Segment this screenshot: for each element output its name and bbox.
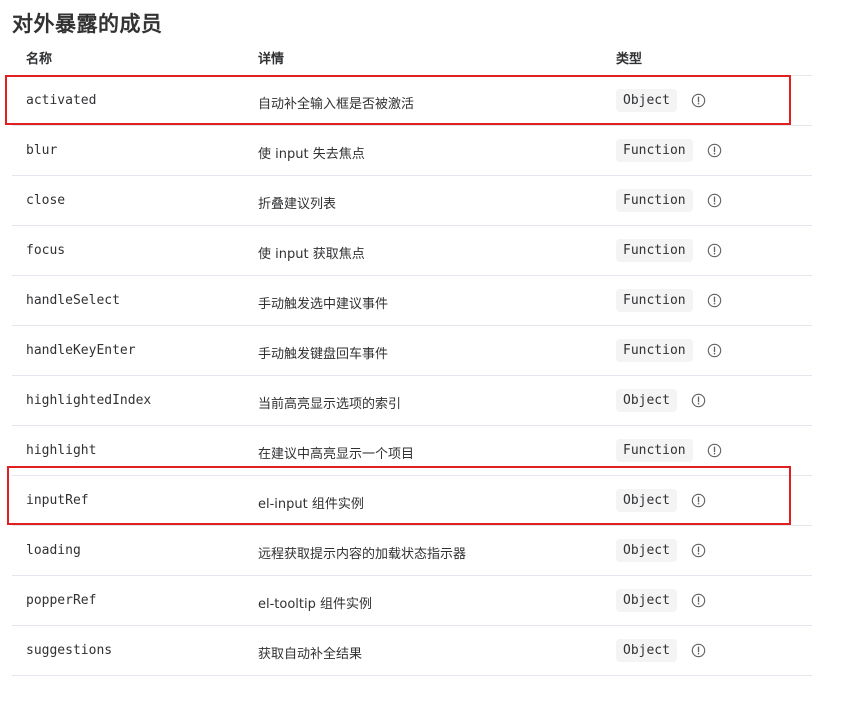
table-row: highlight 在建议中高亮显示一个项目 Function [12, 426, 812, 476]
member-name: close [26, 193, 66, 208]
member-name: loading [26, 543, 81, 558]
table-row: handleKeyEnter 手动触发键盘回车事件 Function [12, 326, 812, 376]
info-circle-icon[interactable] [707, 443, 722, 458]
table-row: popperRef el-tooltip 组件实例 Object [12, 576, 812, 626]
member-type-cell: Function [616, 189, 722, 212]
info-circle-icon[interactable] [707, 343, 722, 358]
member-type-cell: Object [616, 539, 706, 562]
member-description: 折叠建议列表 [258, 197, 337, 212]
member-type-cell: Function [616, 439, 722, 462]
member-name: handleKeyEnter [26, 343, 136, 358]
info-circle-icon[interactable] [691, 93, 706, 108]
column-header-details: 详情 [258, 52, 285, 67]
table-row: activated 自动补全输入框是否被激活 Object [12, 76, 812, 126]
member-name: popperRef [26, 593, 97, 608]
table-row: inputRef el-input 组件实例 Object [12, 476, 812, 526]
info-circle-icon[interactable] [691, 493, 706, 508]
member-name: highlightedIndex [26, 393, 152, 408]
type-tag: Object [616, 589, 677, 612]
table-row: focus 使 input 获取焦点 Function [12, 226, 812, 276]
column-header-type: 类型 [616, 52, 643, 67]
info-circle-icon[interactable] [707, 193, 722, 208]
member-name: suggestions [26, 643, 113, 658]
member-description: 手动触发选中建议事件 [258, 297, 389, 312]
type-tag: Object [616, 489, 677, 512]
info-circle-icon[interactable] [707, 143, 722, 158]
type-tag: Function [616, 239, 693, 262]
member-name: focus [26, 243, 66, 258]
type-tag: Object [616, 389, 677, 412]
table-row: close 折叠建议列表 Function [12, 176, 812, 226]
member-description: 使 input 获取焦点 [258, 247, 365, 262]
member-type-cell: Function [616, 339, 722, 362]
info-circle-icon[interactable] [691, 643, 706, 658]
member-description: el-input 组件实例 [258, 497, 364, 512]
member-name: handleSelect [26, 293, 120, 308]
member-type-cell: Object [616, 89, 706, 112]
member-type-cell: Object [616, 589, 706, 612]
type-tag: Function [616, 139, 693, 162]
member-name: highlight [26, 443, 97, 458]
table-header: 名称 详情 类型 [12, 38, 812, 76]
member-description: 当前高亮显示选项的索引 [258, 397, 402, 412]
type-tag: Function [616, 439, 693, 462]
member-name: inputRef [26, 493, 89, 508]
table-row: loading 远程获取提示内容的加载状态指示器 Object [12, 526, 812, 576]
info-circle-icon[interactable] [691, 593, 706, 608]
member-description: 远程获取提示内容的加载状态指示器 [258, 547, 467, 562]
table-row: suggestions 获取自动补全结果 Object [12, 626, 812, 676]
table-row: handleSelect 手动触发选中建议事件 Function [12, 276, 812, 326]
table-row: highlightedIndex 当前高亮显示选项的索引 Object [12, 376, 812, 426]
member-name: activated [26, 93, 97, 108]
info-circle-icon[interactable] [691, 393, 706, 408]
info-circle-icon[interactable] [707, 293, 722, 308]
table-row: blur 使 input 失去焦点 Function [12, 126, 812, 176]
type-tag: Object [616, 89, 677, 112]
column-header-name: 名称 [26, 52, 53, 67]
type-tag: Object [616, 639, 677, 662]
member-description: el-tooltip 组件实例 [258, 597, 373, 612]
member-type-cell: Object [616, 489, 706, 512]
member-type-cell: Function [616, 139, 722, 162]
member-type-cell: Function [616, 289, 722, 312]
member-type-cell: Function [616, 239, 722, 262]
members-table: 名称 详情 类型 activated 自动补全输入框是否被激活 Object blur… [12, 38, 812, 676]
member-type-cell: Object [616, 639, 706, 662]
member-description: 在建议中高亮显示一个项目 [258, 447, 415, 462]
type-tag: Function [616, 339, 693, 362]
info-circle-icon[interactable] [691, 543, 706, 558]
info-circle-icon[interactable] [707, 243, 722, 258]
table-body: activated 自动补全输入框是否被激活 Object blur 使 input 失… [12, 76, 812, 676]
member-name: blur [26, 143, 58, 158]
member-description: 获取自动补全结果 [258, 647, 363, 662]
type-tag: Function [616, 289, 693, 312]
type-tag: Object [616, 539, 677, 562]
member-description: 手动触发键盘回车事件 [258, 347, 389, 362]
member-description: 使 input 失去焦点 [258, 147, 365, 162]
type-tag: Function [616, 189, 693, 212]
page-title: 对外暴露的成员 [12, 12, 163, 36]
member-description: 自动补全输入框是否被激活 [258, 97, 415, 112]
member-type-cell: Object [616, 389, 706, 412]
